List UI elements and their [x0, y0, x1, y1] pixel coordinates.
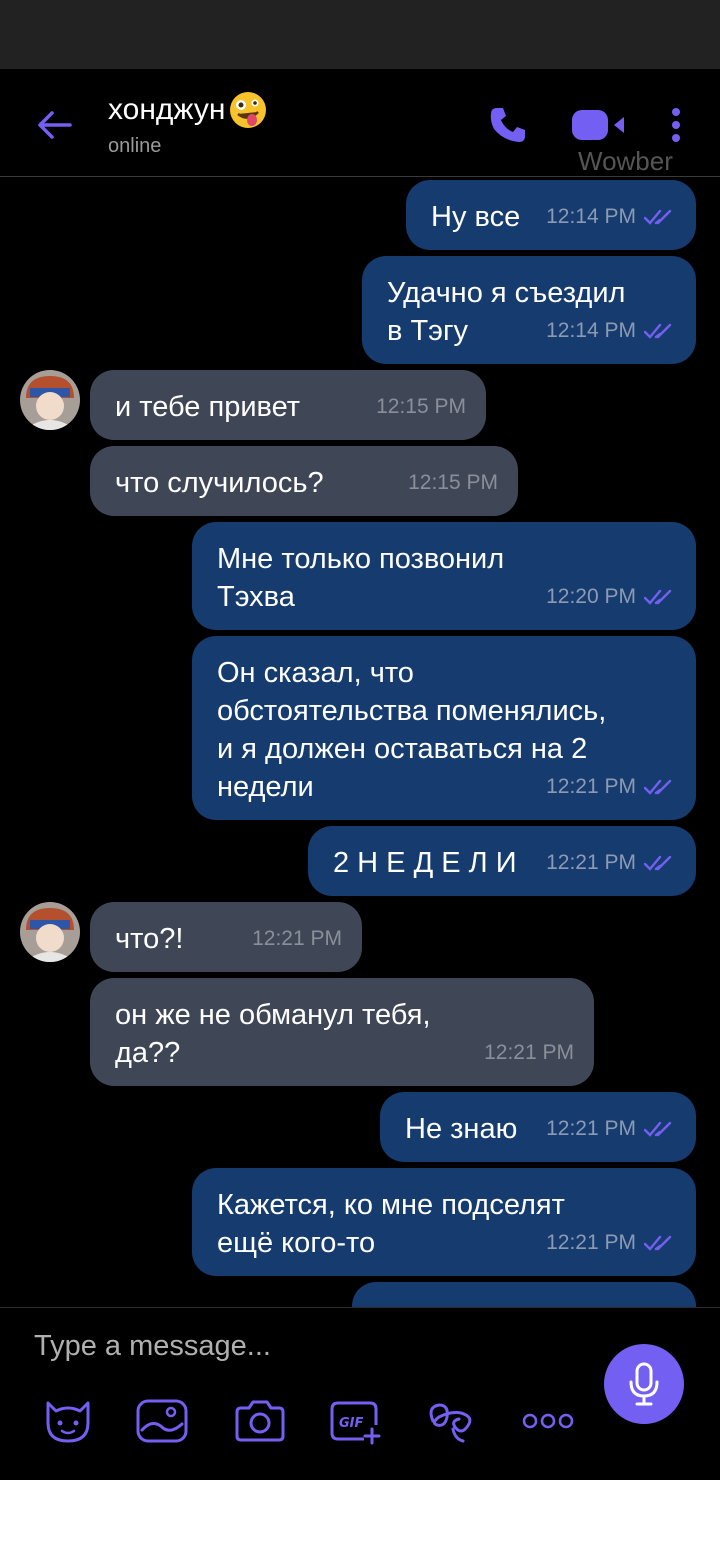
- camera-icon: [235, 1400, 285, 1442]
- message-time: 12:21 PM: [484, 1041, 574, 1064]
- message-bubble[interactable]: Ну все 12:14 PM: [406, 180, 696, 250]
- double-check-icon: [644, 779, 672, 795]
- message-bubble[interactable]: он же не обманул тебя, да?? 12:21 PM: [90, 978, 594, 1086]
- message-text: что?!: [115, 923, 184, 955]
- contact-name[interactable]: хонджун: [108, 91, 267, 129]
- message-bubble[interactable]: Удачно я съездил в Тэгу 12:14 PM: [362, 256, 696, 364]
- message-time: 12:21 PM: [546, 775, 636, 798]
- message-composer: Type a message... GIF: [0, 1307, 720, 1480]
- video-call-button[interactable]: [568, 103, 630, 147]
- double-check-icon: [644, 589, 672, 605]
- message-time: 12:20 PM: [546, 585, 636, 608]
- double-check-icon: [644, 855, 672, 871]
- message-list[interactable]: Ну все 12:14 PM Удачно я съездил в Тэгу …: [0, 178, 720, 1307]
- message-text: 2 Н Е Д Е Л И: [333, 847, 517, 879]
- message-bubble[interactable]: и тебе привет 12:15 PM: [90, 370, 486, 440]
- double-check-icon: [644, 1121, 672, 1137]
- message-bubble[interactable]: Кажется, ко мне подселят ещё кого-то 12:…: [192, 1168, 696, 1276]
- double-check-icon: [644, 209, 672, 225]
- zany-face-emoji-icon: [230, 92, 267, 128]
- svg-text:GIF: GIF: [339, 1416, 364, 1431]
- message-time: 12:21 PM: [252, 927, 342, 950]
- avatar-photo-icon: [20, 370, 80, 430]
- message-text: что случилось?: [115, 467, 324, 499]
- more-options-button[interactable]: [656, 101, 696, 149]
- sticker-button[interactable]: [40, 1396, 96, 1446]
- voice-message-button[interactable]: [604, 1344, 684, 1424]
- watermark: Wowber: [578, 146, 673, 176]
- message-text: он же не обманул тебя, да??: [115, 999, 431, 1069]
- message-bubble[interactable]: что?! 12:21 PM: [90, 902, 362, 972]
- message-bubble[interactable]: 2 Н Е Д Е Л И 12:21 PM: [308, 826, 696, 896]
- status-bar: [0, 0, 720, 69]
- message-time: 12:21 PM: [546, 1231, 636, 1254]
- contact-status: online: [108, 135, 162, 157]
- message-bubble[interactable]: Не знаю 12:21 PM: [380, 1092, 696, 1162]
- arrow-left-icon: [38, 111, 72, 139]
- message-bubble-partial[interactable]: [352, 1282, 696, 1307]
- message-bubble[interactable]: Он сказал, что обстоятельства поменялись…: [192, 636, 696, 820]
- message-input[interactable]: Type a message...: [34, 1330, 271, 1363]
- chat-header: хонджун online Wowber: [0, 69, 720, 177]
- message-text: и тебе привет: [115, 391, 301, 423]
- sticker-icon: [46, 1401, 90, 1443]
- message-text: Ну все: [431, 201, 521, 233]
- more-button[interactable]: [520, 1396, 576, 1446]
- more-icon: [522, 1413, 574, 1429]
- message-text: Кажется, ко мне подселят ещё кого-то: [217, 1189, 565, 1259]
- double-check-icon: [644, 1235, 672, 1251]
- message-time: 12:14 PM: [546, 319, 636, 342]
- message-time: 12:15 PM: [376, 395, 466, 418]
- contact-name-text: хонджун: [108, 93, 226, 126]
- back-button[interactable]: [30, 101, 78, 149]
- avatar-photo-icon: [20, 902, 80, 962]
- vertical-dots-icon: [672, 108, 680, 142]
- gallery-icon: [136, 1399, 188, 1443]
- message-time: 12:15 PM: [408, 471, 498, 494]
- phone-icon: [490, 108, 525, 142]
- camera-button[interactable]: [232, 1396, 288, 1446]
- message-bubble[interactable]: что случилось? 12:15 PM: [90, 446, 518, 516]
- voice-call-button[interactable]: [484, 101, 532, 149]
- video-camera-icon: [572, 110, 624, 140]
- double-check-icon: [644, 323, 672, 339]
- contact-avatar[interactable]: [20, 902, 80, 962]
- message-time: 12:21 PM: [546, 1117, 636, 1140]
- message-time: 12:14 PM: [546, 205, 636, 228]
- message-text: Не знаю: [405, 1113, 518, 1145]
- message-time: 12:21 PM: [546, 851, 636, 874]
- gallery-button[interactable]: [134, 1396, 190, 1446]
- gif-button[interactable]: GIF: [328, 1396, 384, 1446]
- doodle-button[interactable]: [424, 1396, 480, 1446]
- chat-screen: хонджун online Wowber Ну все 12:14 PM Уд…: [0, 69, 720, 1480]
- message-text: Мне только позвонил Тэхва: [217, 543, 505, 613]
- message-bubble[interactable]: Мне только позвонил Тэхва 12:20 PM: [192, 522, 696, 630]
- doodle-icon: [429, 1403, 472, 1443]
- microphone-icon: [629, 1362, 659, 1406]
- gif-icon: GIF: [330, 1401, 381, 1445]
- contact-avatar[interactable]: [20, 370, 80, 430]
